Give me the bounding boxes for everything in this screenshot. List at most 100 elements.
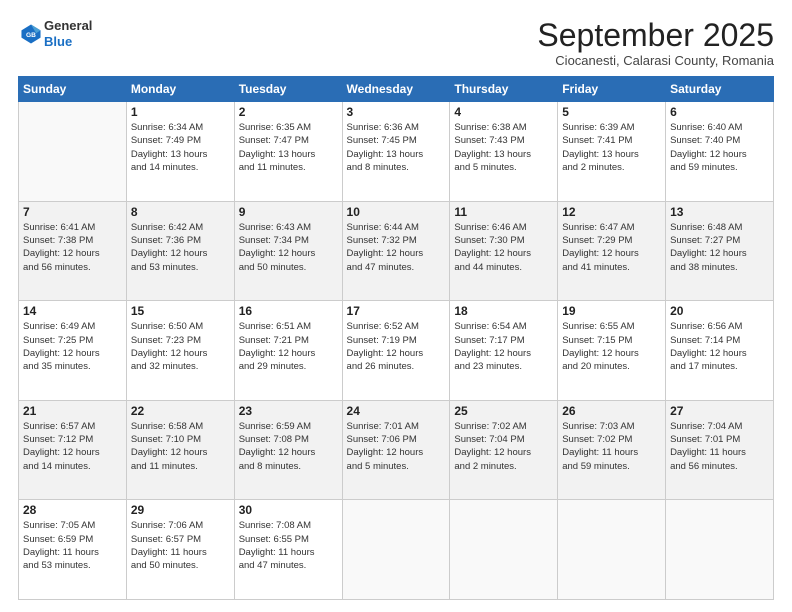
location: Ciocanesti, Calarasi County, Romania xyxy=(537,53,774,68)
logo-blue-text: Blue xyxy=(44,34,72,49)
day-number: 3 xyxy=(347,105,446,119)
calendar-table: Sunday Monday Tuesday Wednesday Thursday… xyxy=(18,76,774,600)
day-number: 6 xyxy=(670,105,769,119)
header-row: Sunday Monday Tuesday Wednesday Thursday… xyxy=(19,77,774,102)
day-detail: Sunrise: 6:56 AM Sunset: 7:14 PM Dayligh… xyxy=(670,320,769,373)
table-row: 30Sunrise: 7:08 AM Sunset: 6:55 PM Dayli… xyxy=(234,500,342,600)
day-number: 17 xyxy=(347,304,446,318)
day-number: 28 xyxy=(23,503,122,517)
day-number: 24 xyxy=(347,404,446,418)
col-sunday: Sunday xyxy=(19,77,127,102)
day-number: 10 xyxy=(347,205,446,219)
day-number: 27 xyxy=(670,404,769,418)
table-row: 13 Sunrise: 6:48 AM Sunset: 7:27 PM Dayli… xyxy=(666,201,774,301)
col-friday: Friday xyxy=(558,77,666,102)
day-detail: Sunrise: 6:35 AM Sunset: 7:47 PM Dayligh… xyxy=(239,121,338,174)
calendar-week-row: 21Sunrise: 6:57 AM Sunset: 7:12 PM Dayli… xyxy=(19,400,774,500)
day-detail: Sunrise: 6:58 AM Sunset: 7:10 PM Dayligh… xyxy=(131,420,230,473)
day-number: 13 xyxy=(670,205,769,219)
day-number: 2 xyxy=(239,105,338,119)
day-detail: Sunrise: 6:57 AM Sunset: 7:12 PM Dayligh… xyxy=(23,420,122,473)
table-row: 25Sunrise: 7:02 AM Sunset: 7:04 PM Dayli… xyxy=(450,400,558,500)
table-row: 11 Sunrise: 6:46 AM Sunset: 7:30 PM Dayli… xyxy=(450,201,558,301)
day-detail: Sunrise: 6:39 AM Sunset: 7:41 PM Dayligh… xyxy=(562,121,661,174)
day-detail: Sunrise: 6:51 AM Sunset: 7:21 PM Dayligh… xyxy=(239,320,338,373)
day-detail: Sunrise: 6:34 AM Sunset: 7:49 PM Dayligh… xyxy=(131,121,230,174)
day-detail: Sunrise: 6:43 AM Sunset: 7:34 PM Dayligh… xyxy=(239,221,338,274)
table-row: 6 Sunrise: 6:40 AM Sunset: 7:40 PM Daylig… xyxy=(666,102,774,202)
table-row: 10 Sunrise: 6:44 AM Sunset: 7:32 PM Dayli… xyxy=(342,201,450,301)
day-number: 11 xyxy=(454,205,553,219)
table-row: 26 Sunrise: 7:03 AM Sunset: 7:02 PM Dayli… xyxy=(558,400,666,500)
day-number: 5 xyxy=(562,105,661,119)
day-detail: Sunrise: 6:55 AM Sunset: 7:15 PM Dayligh… xyxy=(562,320,661,373)
table-row: 8 Sunrise: 6:42 AM Sunset: 7:36 PM Daylig… xyxy=(126,201,234,301)
day-detail: Sunrise: 6:42 AM Sunset: 7:36 PM Dayligh… xyxy=(131,221,230,274)
svg-text:GB: GB xyxy=(26,32,36,39)
day-number: 29 xyxy=(131,503,230,517)
table-row xyxy=(666,500,774,600)
calendar-week-row: 7 Sunrise: 6:41 AM Sunset: 7:38 PM Daylig… xyxy=(19,201,774,301)
day-detail: Sunrise: 6:48 AM Sunset: 7:27 PM Dayligh… xyxy=(670,221,769,274)
col-monday: Monday xyxy=(126,77,234,102)
table-row: 12 Sunrise: 6:47 AM Sunset: 7:29 PM Dayli… xyxy=(558,201,666,301)
table-row: 18 Sunrise: 6:54 AM Sunset: 7:17 PM Dayli… xyxy=(450,301,558,401)
table-row: 2 Sunrise: 6:35 AM Sunset: 7:47 PM Daylig… xyxy=(234,102,342,202)
col-tuesday: Tuesday xyxy=(234,77,342,102)
logo-text: General Blue xyxy=(44,18,92,49)
day-number: 7 xyxy=(23,205,122,219)
table-row: 20 Sunrise: 6:56 AM Sunset: 7:14 PM Dayli… xyxy=(666,301,774,401)
day-detail: Sunrise: 6:49 AM Sunset: 7:25 PM Dayligh… xyxy=(23,320,122,373)
table-row: 1 Sunrise: 6:34 AM Sunset: 7:49 PM Daylig… xyxy=(126,102,234,202)
day-detail: Sunrise: 7:06 AM Sunset: 6:57 PM Dayligh… xyxy=(131,519,230,572)
day-number: 16 xyxy=(239,304,338,318)
day-number: 1 xyxy=(131,105,230,119)
calendar-week-row: 1 Sunrise: 6:34 AM Sunset: 7:49 PM Daylig… xyxy=(19,102,774,202)
header: GB General Blue September 2025 Ciocanest… xyxy=(18,18,774,68)
day-number: 12 xyxy=(562,205,661,219)
day-detail: Sunrise: 6:47 AM Sunset: 7:29 PM Dayligh… xyxy=(562,221,661,274)
title-block: September 2025 Ciocanesti, Calarasi Coun… xyxy=(537,18,774,68)
table-row: 5 Sunrise: 6:39 AM Sunset: 7:41 PM Daylig… xyxy=(558,102,666,202)
col-thursday: Thursday xyxy=(450,77,558,102)
day-number: 26 xyxy=(562,404,661,418)
day-detail: Sunrise: 6:38 AM Sunset: 7:43 PM Dayligh… xyxy=(454,121,553,174)
day-detail: Sunrise: 6:41 AM Sunset: 7:38 PM Dayligh… xyxy=(23,221,122,274)
table-row: 23 Sunrise: 6:59 AM Sunset: 7:08 PM Dayli… xyxy=(234,400,342,500)
day-detail: Sunrise: 6:52 AM Sunset: 7:19 PM Dayligh… xyxy=(347,320,446,373)
day-number: 18 xyxy=(454,304,553,318)
table-row xyxy=(558,500,666,600)
day-number: 4 xyxy=(454,105,553,119)
day-number: 9 xyxy=(239,205,338,219)
table-row: 24 Sunrise: 7:01 AM Sunset: 7:06 PM Dayli… xyxy=(342,400,450,500)
calendar-week-row: 28Sunrise: 7:05 AM Sunset: 6:59 PM Dayli… xyxy=(19,500,774,600)
day-detail: Sunrise: 6:46 AM Sunset: 7:30 PM Dayligh… xyxy=(454,221,553,274)
table-row: 21Sunrise: 6:57 AM Sunset: 7:12 PM Dayli… xyxy=(19,400,127,500)
logo-general-text: General xyxy=(44,18,92,33)
day-detail: Sunrise: 6:36 AM Sunset: 7:45 PM Dayligh… xyxy=(347,121,446,174)
day-number: 20 xyxy=(670,304,769,318)
table-row xyxy=(19,102,127,202)
day-number: 23 xyxy=(239,404,338,418)
day-number: 8 xyxy=(131,205,230,219)
day-detail: Sunrise: 7:03 AM Sunset: 7:02 PM Dayligh… xyxy=(562,420,661,473)
day-number: 14 xyxy=(23,304,122,318)
calendar-week-row: 14 Sunrise: 6:49 AM Sunset: 7:25 PM Dayli… xyxy=(19,301,774,401)
table-row xyxy=(450,500,558,600)
table-row: 9 Sunrise: 6:43 AM Sunset: 7:34 PM Daylig… xyxy=(234,201,342,301)
table-row: 19Sunrise: 6:55 AM Sunset: 7:15 PM Dayli… xyxy=(558,301,666,401)
table-row: 27 Sunrise: 7:04 AM Sunset: 7:01 PM Dayli… xyxy=(666,400,774,500)
day-detail: Sunrise: 6:54 AM Sunset: 7:17 PM Dayligh… xyxy=(454,320,553,373)
day-detail: Sunrise: 6:44 AM Sunset: 7:32 PM Dayligh… xyxy=(347,221,446,274)
table-row: 16 Sunrise: 6:51 AM Sunset: 7:21 PM Dayli… xyxy=(234,301,342,401)
table-row: 14 Sunrise: 6:49 AM Sunset: 7:25 PM Dayli… xyxy=(19,301,127,401)
day-detail: Sunrise: 7:01 AM Sunset: 7:06 PM Dayligh… xyxy=(347,420,446,473)
day-detail: Sunrise: 7:04 AM Sunset: 7:01 PM Dayligh… xyxy=(670,420,769,473)
logo-icon: GB xyxy=(20,23,42,45)
table-row: 15Sunrise: 6:50 AM Sunset: 7:23 PM Dayli… xyxy=(126,301,234,401)
day-detail: Sunrise: 6:40 AM Sunset: 7:40 PM Dayligh… xyxy=(670,121,769,174)
day-number: 25 xyxy=(454,404,553,418)
day-detail: Sunrise: 6:59 AM Sunset: 7:08 PM Dayligh… xyxy=(239,420,338,473)
table-row: 22Sunrise: 6:58 AM Sunset: 7:10 PM Dayli… xyxy=(126,400,234,500)
table-row: 29 Sunrise: 7:06 AM Sunset: 6:57 PM Dayli… xyxy=(126,500,234,600)
